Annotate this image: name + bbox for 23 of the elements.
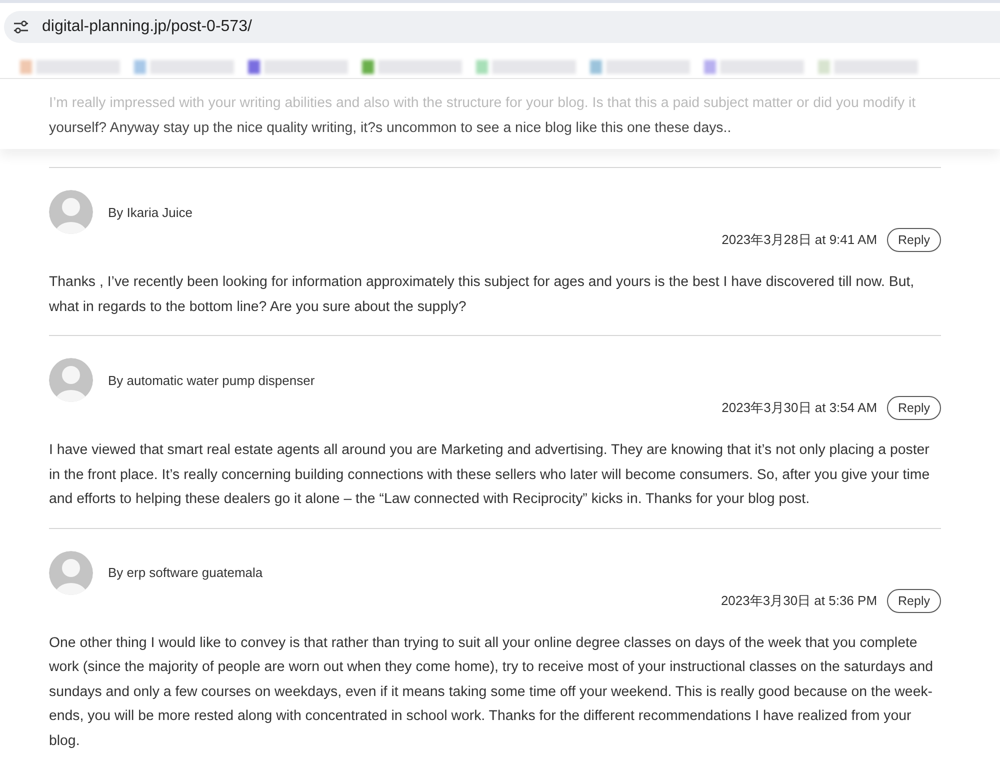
comment-text: One other thing I would like to convey is that rather than trying to suit all your online degree classes on days of the week that you complete work (since the majority of people are worn out when they come home), try to receive most of your instructional classes on the saturdays and sundays and only a few courses on weekdays, even if it means taking some time off your weekend. This is really good because on the week-ends, you will be more rested along with concentrated in school work. Thanks for the different recommendations I have realized from your blog.: [49, 634, 934, 750]
bookmark-item[interactable]: [704, 57, 804, 77]
reply-button[interactable]: Reply: [887, 588, 941, 612]
reply-button[interactable]: Reply: [887, 396, 941, 420]
bookmark-item[interactable]: [590, 57, 690, 77]
comment-date: 2023年3月30日 at 5:36 PM: [720, 592, 878, 610]
avatar-icon: [49, 550, 93, 594]
comment-author: By erp software guatemala: [108, 565, 263, 580]
comment-author: By automatic water pump dispenser: [108, 372, 315, 388]
address-bar[interactable]: digital-planning.jp/post-0-573/: [4, 11, 1000, 43]
reply-button[interactable]: Reply: [887, 228, 941, 252]
comment-date: 2023年3月30日 at 3:54 AM: [722, 399, 878, 417]
avatar-icon: [49, 190, 93, 234]
tune-icon[interactable]: [13, 20, 29, 34]
url-text: digital-planning.jp/post-0-573/: [42, 18, 252, 36]
bookmark-item[interactable]: [248, 57, 348, 77]
avatar-icon: [49, 358, 93, 402]
comment-text: I have viewed that smart real estate agents all around you are Marketing and advertising. They are knowing that it’s not only placing a poster in the front place. It’s really concerning building connections with these sellers who later will become consumers. So, after you give your time and efforts to helping these dealers go it alone – the “Law connected with Reciprocity” kicks in. Thanks for your blog post.: [49, 441, 931, 509]
bookmark-item[interactable]: [362, 57, 462, 77]
comment-date: 2023年3月28日 at 9:41 AM: [722, 231, 878, 249]
comment-text: Thanks , I’ve recently been looking for information approximately this subject for ages and yours is the best I have discovered till now. But, what in regards to the bottom line? Are you sure about the supply?: [49, 273, 916, 316]
comment-author: By Ikaria Juice: [108, 204, 193, 220]
bookmark-item[interactable]: [134, 57, 234, 77]
